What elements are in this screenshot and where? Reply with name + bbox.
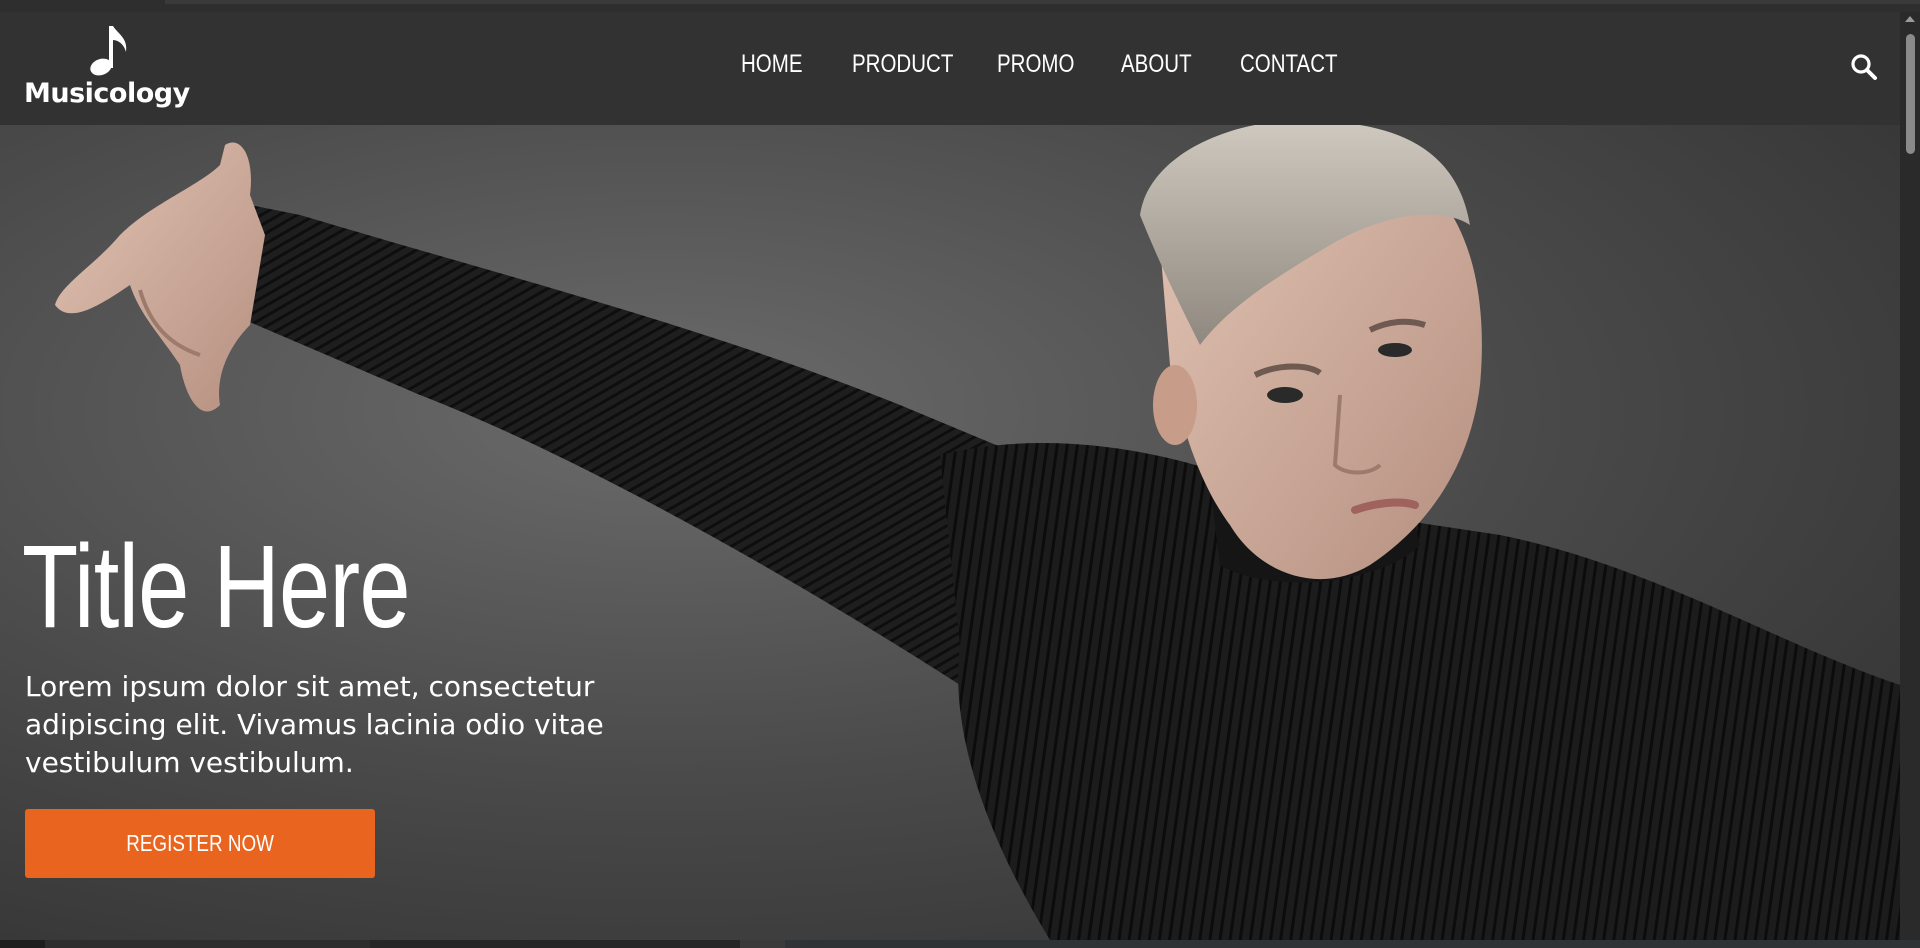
hero-section: Title Here Lorem ipsum dolor sit amet, c… <box>0 125 1900 940</box>
taskbar-segment <box>45 940 370 948</box>
site-logo[interactable]: Musicology <box>24 20 194 118</box>
music-note-icon <box>90 26 127 76</box>
register-now-label: REGISTER NOW <box>126 830 274 856</box>
site-navbar: Musicology HOME PRODUCT PROMO ABOUT CONT… <box>0 12 1900 125</box>
nav-item-promo[interactable]: PROMO <box>997 50 1074 79</box>
nav-item-product[interactable]: PRODUCT <box>852 50 953 79</box>
search-icon[interactable] <box>1850 53 1878 81</box>
nav-item-home[interactable]: HOME <box>741 50 803 79</box>
browser-top-segment <box>165 0 1920 4</box>
page-scrollbar[interactable] <box>1900 12 1920 940</box>
taskbar-segment <box>785 940 1920 948</box>
scroll-up-arrow-icon[interactable] <box>1905 16 1915 22</box>
brand-name: Musicology <box>24 78 190 109</box>
hero-title: Title Here <box>22 521 411 653</box>
hero-description: Lorem ipsum dolor sit amet, consectetur … <box>25 670 604 779</box>
nav-item-contact[interactable]: CONTACT <box>1240 50 1338 79</box>
taskbar-segment <box>740 940 785 948</box>
nav-item-about[interactable]: ABOUT <box>1121 50 1192 79</box>
taskbar-segment <box>370 940 740 948</box>
register-now-button[interactable]: REGISTER NOW <box>25 809 375 878</box>
browser-bottom-strip <box>0 940 1920 948</box>
scrollbar-thumb[interactable] <box>1906 34 1915 154</box>
